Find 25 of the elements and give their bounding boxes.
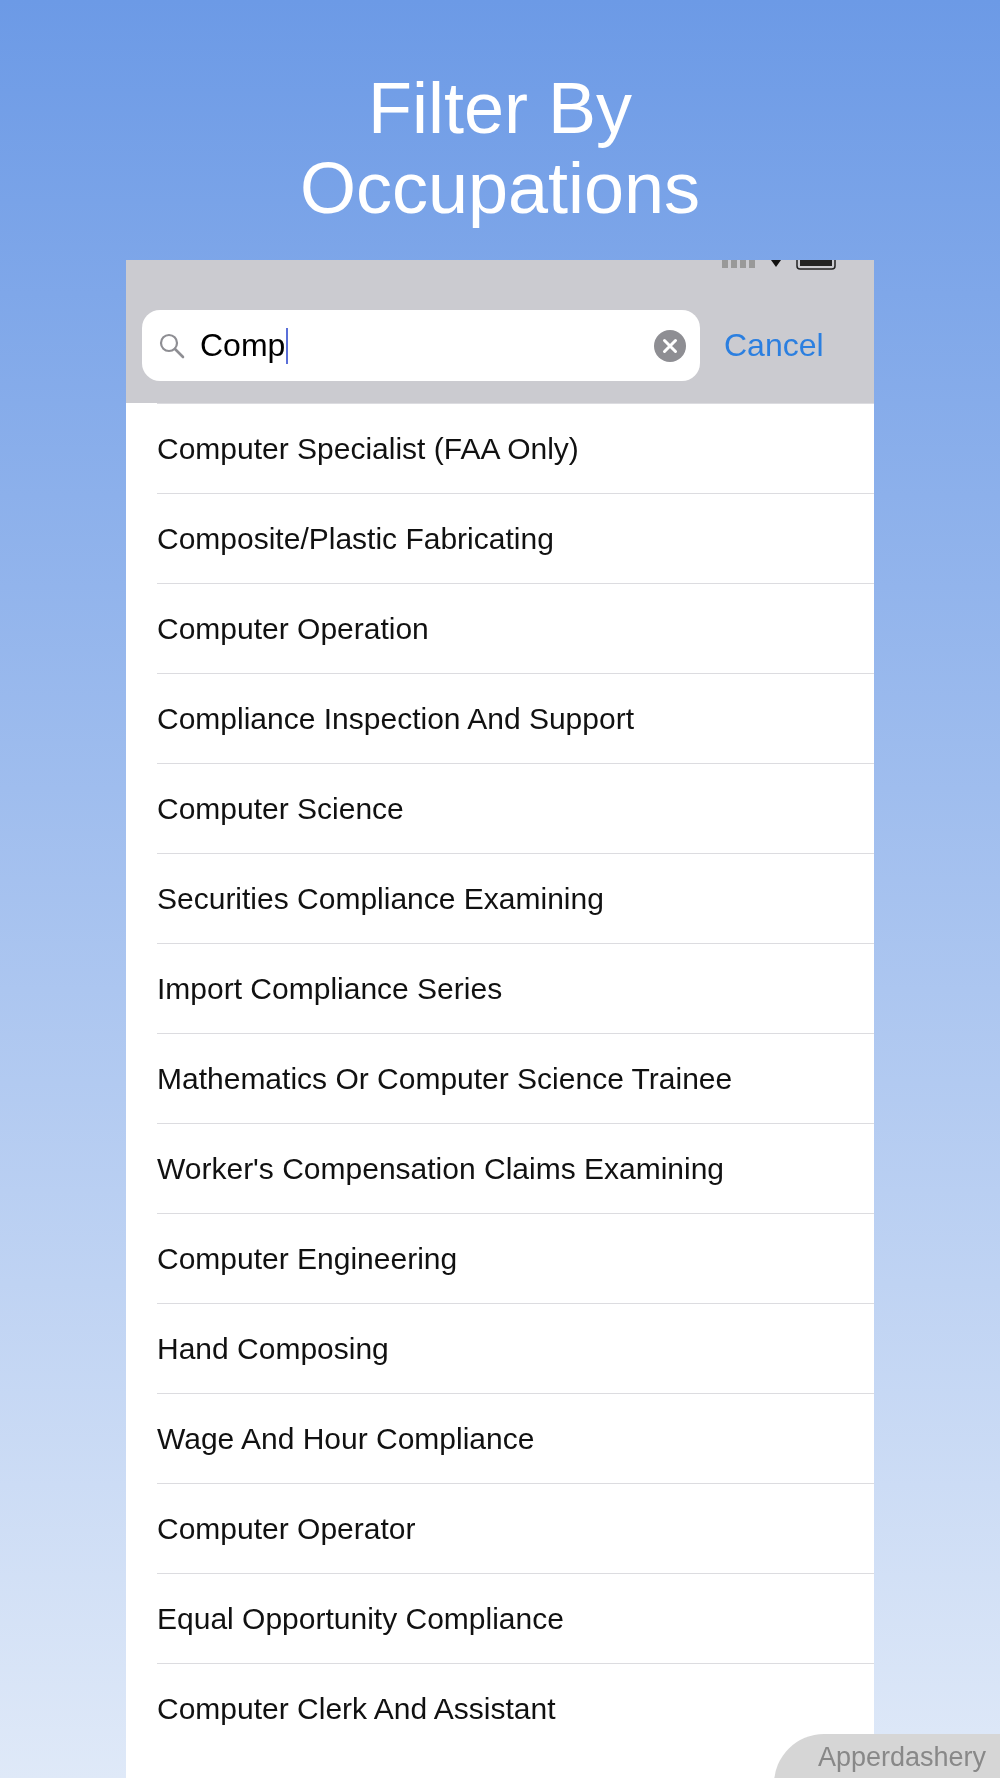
headline: Filter By Occupations (298, 67, 702, 230)
occupation-item[interactable]: Computer Specialist (FAA Only) (157, 431, 579, 466)
occupation-item[interactable]: Import Compliance Series (157, 971, 503, 1006)
brand-badge: Apperdashery (774, 1734, 1000, 1778)
clear-icon[interactable] (654, 329, 686, 362)
text-cursor (286, 327, 289, 364)
search-icon (158, 331, 186, 360)
occupation-item[interactable]: Computer Operation (157, 611, 429, 646)
wifi-icon (770, 260, 782, 268)
occupation-item[interactable]: Worker's Compensation Claims Examining (157, 1151, 725, 1186)
signal-icon (722, 260, 756, 268)
occupation-item[interactable]: Composite/Plastic Fabricating (157, 521, 554, 556)
occupation-item[interactable]: Computer Engineering (157, 1241, 458, 1276)
occupation-item[interactable]: Computer Science (157, 791, 404, 826)
occupation-item[interactable]: Hand Composing (157, 1331, 389, 1366)
occupation-item[interactable]: Computer Operator (157, 1511, 416, 1546)
occupation-item[interactable]: Wage And Hour Compliance (157, 1421, 535, 1456)
battery-icon (796, 260, 836, 270)
occupation-item[interactable]: Computer Clerk And Assistant (157, 1691, 556, 1726)
search-text: Comp (200, 327, 286, 364)
occupation-item[interactable]: Securities Compliance Examining (157, 881, 604, 916)
search-field[interactable]: Comp (142, 310, 700, 381)
occupation-item[interactable]: Compliance Inspection And Support (157, 701, 634, 736)
occupation-item[interactable]: Equal Opportunity Compliance (157, 1601, 564, 1636)
occupation-item[interactable]: Mathematics Or Computer Science Trainee (157, 1061, 733, 1096)
